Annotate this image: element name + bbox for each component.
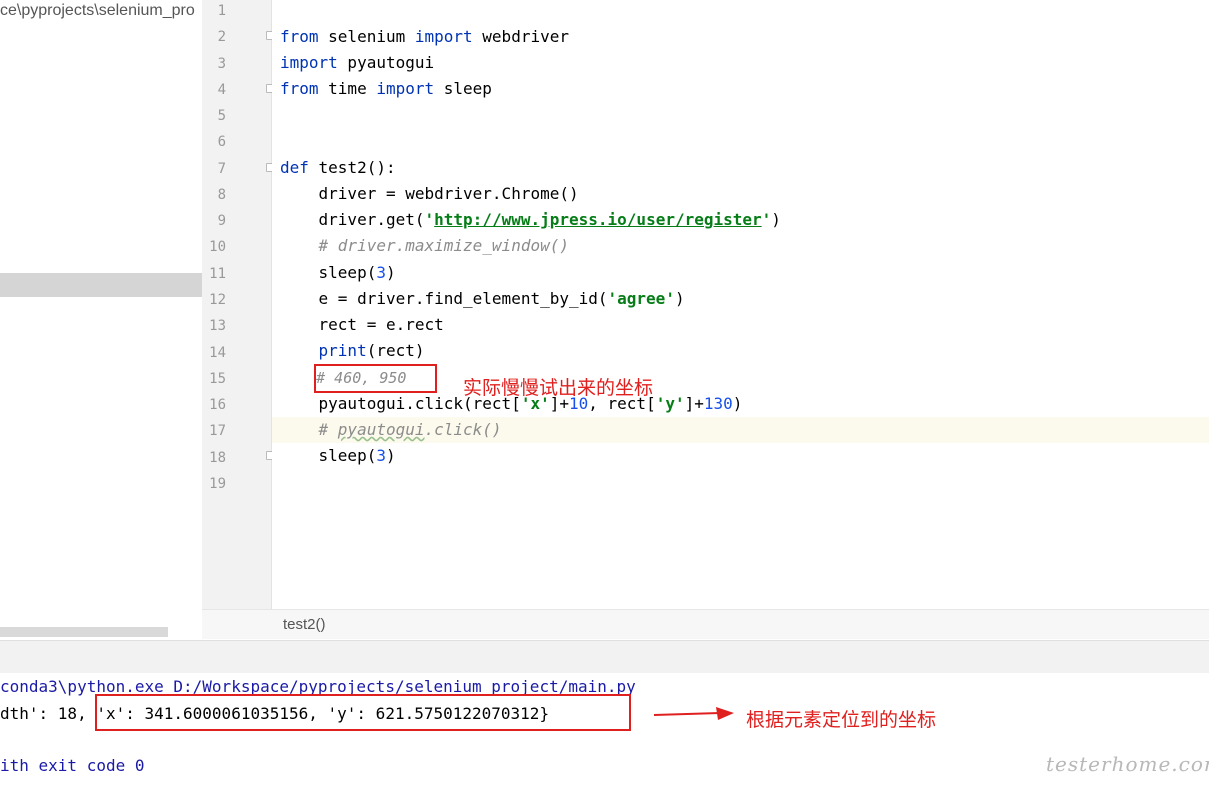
code-token: )	[385, 446, 396, 465]
line-number: 3	[217, 55, 226, 72]
code-line-2[interactable]: from selenium import webdriver	[280, 28, 569, 46]
code-comment: #	[280, 420, 338, 439]
annotation-box-code	[314, 364, 437, 393]
horizontal-scrollbar[interactable]	[0, 627, 168, 637]
line-number: 16	[209, 397, 226, 414]
code-token: driver = webdriver.Chrome()	[280, 184, 579, 203]
run-toolbar	[0, 640, 1209, 673]
code-token: import	[280, 53, 338, 72]
line-number: 4	[217, 81, 226, 98]
annotation-box-console	[95, 694, 631, 731]
code-line-17[interactable]: # pyautogui.click()	[280, 421, 502, 439]
watermark: testerhome.com	[1046, 752, 1209, 776]
code-line-13[interactable]: rect = e.rect	[280, 316, 444, 334]
code-token: (rect)	[366, 341, 425, 360]
code-token: )	[771, 210, 781, 229]
code-token: e = driver.find_element_by_id(	[280, 289, 608, 308]
project-panel: ce\pyprojects\selenium_pro	[0, 0, 202, 640]
code-token: time	[318, 79, 377, 98]
line-number: 13	[209, 318, 226, 335]
project-selected-row[interactable]	[0, 273, 202, 297]
code-comment: pyautogui	[337, 420, 425, 439]
code-token: driver.get(	[280, 210, 425, 229]
code-token: from	[280, 79, 319, 98]
code-line-10[interactable]: # driver.maximize_window()	[280, 237, 569, 255]
code-token: )	[732, 394, 743, 413]
code-url-link[interactable]: http://www.jpress.io/user/register	[434, 210, 762, 229]
code-line-12[interactable]: e = driver.find_element_by_id('agree')	[280, 290, 685, 308]
line-number: 12	[209, 291, 226, 308]
code-comment: .click()	[424, 420, 502, 439]
code-token: def	[280, 158, 309, 177]
code-line-18[interactable]: sleep(3)	[280, 447, 396, 465]
breadcrumb-bar	[202, 609, 1209, 639]
code-token: 'y'	[655, 394, 685, 413]
line-number: 7	[217, 160, 226, 177]
code-line-8[interactable]: driver = webdriver.Chrome()	[280, 185, 579, 203]
code-token: )	[385, 263, 396, 282]
line-number: 9	[217, 213, 226, 230]
breadcrumb[interactable]: test2()	[283, 616, 326, 633]
project-path[interactable]: ce\pyprojects\selenium_pro	[0, 2, 195, 20]
line-number: 8	[217, 186, 226, 203]
code-line-14[interactable]: print(rect)	[280, 342, 425, 360]
code-token: rect = e.rect	[280, 315, 444, 334]
annotation-note-trial: 实际慢慢试出来的坐标	[463, 377, 654, 399]
code-token: 'agree'	[607, 289, 675, 308]
code-token: print	[318, 341, 367, 360]
code-token: 130	[703, 394, 733, 413]
console-exit-line: ith exit code 0	[0, 756, 145, 775]
code-token: pyautogui	[337, 53, 435, 72]
code-token: import	[414, 27, 473, 46]
line-number: 5	[217, 108, 226, 125]
code-line-3[interactable]: import pyautogui	[280, 54, 434, 72]
line-number: 6	[217, 134, 226, 151]
code-token: )	[674, 289, 685, 308]
code-line-11[interactable]: sleep(3)	[280, 264, 396, 282]
line-number: 14	[209, 344, 226, 361]
line-number: 17	[209, 423, 226, 440]
arrow-right-icon	[653, 707, 734, 720]
code-token: '	[424, 210, 435, 229]
code-token: ]+	[684, 394, 704, 413]
line-number: 10	[209, 239, 226, 256]
code-line-4[interactable]: from time import sleep	[280, 80, 492, 98]
code-token: selenium	[318, 27, 415, 46]
line-number: 11	[209, 265, 226, 282]
code-line-7[interactable]: def test2():	[280, 159, 396, 177]
line-number: 15	[209, 370, 226, 387]
line-number: 2	[217, 29, 226, 46]
annotation-note-located: 根据元素定位到的坐标	[746, 709, 937, 731]
code-token: import	[376, 79, 435, 98]
code-token: 3	[376, 263, 386, 282]
code-token: sleep(	[280, 263, 377, 282]
line-number: 18	[209, 449, 226, 466]
line-number: 19	[209, 475, 226, 492]
code-token: webdriver	[472, 27, 569, 46]
code-line-9[interactable]: driver.get('http://www.jpress.io/user/re…	[280, 211, 781, 229]
code-token: 3	[376, 446, 386, 465]
code-token: sleep	[434, 79, 492, 98]
code-token: '	[761, 210, 772, 229]
code-token: test2():	[308, 158, 396, 177]
code-token: from	[280, 27, 319, 46]
code-token: sleep(	[280, 446, 377, 465]
code-comment: # driver.maximize_window()	[280, 236, 569, 255]
line-number: 1	[217, 3, 226, 19]
